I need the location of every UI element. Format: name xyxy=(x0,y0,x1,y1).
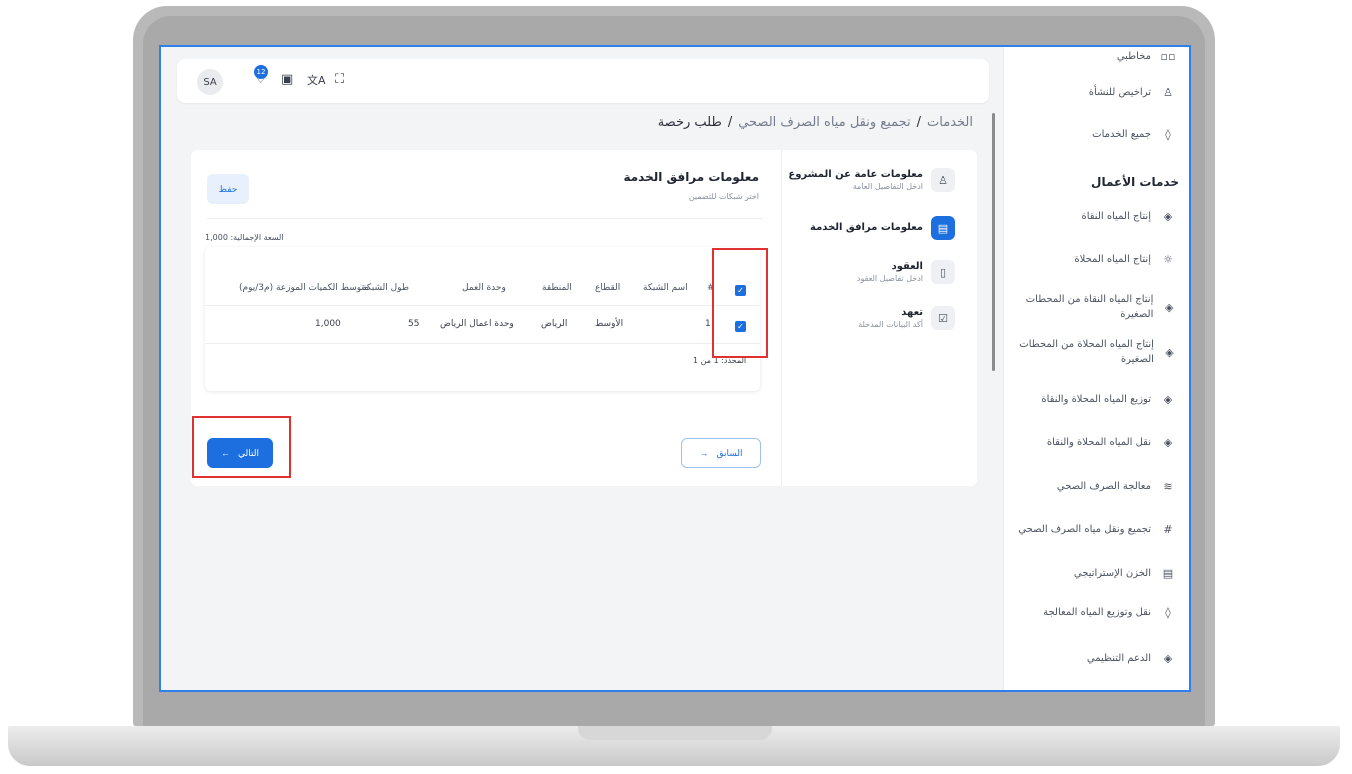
table-header: المنطقة xyxy=(542,283,572,293)
sidebar-item-water-distribution[interactable]: ◈ توزيع المياه المحلاة والنقاة xyxy=(1011,390,1177,408)
previous-label: السابق xyxy=(716,447,743,458)
drop-icon: ◊ xyxy=(1165,127,1171,141)
table-cell-avg-quantity: 1,000 xyxy=(315,319,341,329)
drop-icon: ◈ xyxy=(1163,435,1173,449)
sidebar-item-desalinated-small-stations[interactable]: ◈ إنتاج المياه المحلاة من المحطات الصغير… xyxy=(1011,337,1177,367)
sidebar-item-strategic-storage[interactable]: ▤ الخزن الإستراتيجي xyxy=(1011,564,1177,582)
user-icon: ♙ xyxy=(931,168,955,192)
sidebar-item-purified-small-stations[interactable]: ◈ إنتاج المياه النقاة من المحطات الصغيرة xyxy=(1011,292,1177,322)
app-screen: ▫▫ مخاطبي ♙ تراخيص للنشأة ◊ جميع الخدمات… xyxy=(159,45,1191,692)
table-cell-length: 55 xyxy=(408,319,420,329)
table-cell-region: الرياض xyxy=(541,319,568,329)
highlight-next-button xyxy=(192,416,291,478)
sidebar-item-contacts[interactable]: ▫▫ مخاطبي xyxy=(1011,47,1177,65)
sidebar-item-desalinated-water[interactable]: ☼ إنتاج المياه المحلاة xyxy=(1011,250,1177,268)
storage-icon: ▤ xyxy=(1162,566,1174,580)
sidebar-item-treated-water[interactable]: ◊ نقل وتوزيع المياه المعالجة xyxy=(1011,603,1177,621)
arrow-right-icon: → xyxy=(699,448,709,458)
table-cell-work-unit: وحدة اعمال الرياض xyxy=(440,319,514,329)
sidebar-item-regulatory-support[interactable]: ◈ الدعم التنظيمي xyxy=(1011,649,1177,667)
drop-icon: ◈ xyxy=(1163,209,1173,223)
laptop-notch xyxy=(578,726,772,740)
grid-hash-icon: # xyxy=(1163,522,1173,536)
breadcrumb-item-services[interactable]: الخدمات xyxy=(927,115,973,130)
step-service-facilities[interactable]: ▤ معلومات مرافق الخدمة xyxy=(810,216,955,240)
section-title: معلومات مرافق الخدمة xyxy=(623,170,759,184)
save-button[interactable]: حفظ xyxy=(207,174,249,204)
check-square-icon: ☑ xyxy=(931,306,955,330)
drop-icon: ◈ xyxy=(1163,651,1173,665)
license-form-card: ♙ معلومات عامة عن المشروع ادخل التفاصيل … xyxy=(191,150,977,486)
highlight-checkbox-column xyxy=(712,248,768,358)
breadcrumb-separator: / xyxy=(727,115,733,130)
sidebar-heading: خدمات الأعمال xyxy=(1091,175,1179,189)
drop-icon: ◈ xyxy=(1165,345,1174,359)
table-divider xyxy=(205,343,760,344)
table-divider xyxy=(205,305,760,306)
table-header: اسم الشبكة xyxy=(643,283,688,293)
networks-table: ✓ # اسم الشبكة القطاع المنطقة وحدة العمل… xyxy=(205,247,760,391)
breadcrumb: الخدمات / تجميع ونقل مياه الصرف الصحي / طلب … xyxy=(658,115,973,130)
table-cell-index: 1 xyxy=(705,319,711,329)
sidebar-item-sewage-treatment[interactable]: ≋ معالجة الصرف الصحي xyxy=(1011,477,1177,495)
fullscreen-icon[interactable]: ⛶ xyxy=(335,72,344,87)
section-subtitle: اختر شبكات للتضمين xyxy=(688,192,759,201)
document-icon: ▯ xyxy=(931,260,955,284)
drop-icon: ◈ xyxy=(1163,392,1173,406)
top-bar: SA ♢ 12 ▣ 文A ⛶ xyxy=(177,59,989,103)
table-header: وحدة العمل xyxy=(462,283,506,293)
drop-icon: ◈ xyxy=(1164,300,1174,314)
table-header: القطاع xyxy=(595,283,621,293)
table-cell-sector: الأوسط xyxy=(595,319,624,329)
notification-badge: 12 xyxy=(254,65,268,79)
sidebar-item-water-transport[interactable]: ◈ نقل المياه المحلاة والنقاة xyxy=(1011,433,1177,451)
id-card-icon: ▤ xyxy=(931,216,955,240)
previous-button[interactable]: السابق → xyxy=(681,438,761,468)
sun-icon: ☼ xyxy=(1163,252,1173,266)
drop-icon: ◊ xyxy=(1165,605,1171,619)
sidebar-item-facility-licenses[interactable]: ♙ تراخيص للنشأة xyxy=(1011,83,1177,101)
scrollbar[interactable] xyxy=(992,113,995,371)
table-header: طول الشبكة xyxy=(362,283,409,293)
user-icon: ♙ xyxy=(1163,85,1173,99)
sidebar-item-all-services[interactable]: ◊ جميع الخدمات xyxy=(1011,125,1177,143)
step-contracts[interactable]: ▯ العقود ادخل تفاصيل العقود xyxy=(857,260,955,284)
breadcrumb-item-sewage[interactable]: تجميع ونقل مياه الصرف الصحي xyxy=(738,115,910,130)
sidebar: ▫▫ مخاطبي ♙ تراخيص للنشأة ◊ جميع الخدمات… xyxy=(992,47,1189,690)
breadcrumb-current: طلب رخصة xyxy=(657,115,722,130)
clipboard-check-icon[interactable]: ▣ xyxy=(281,72,293,87)
stepper: ♙ معلومات عامة عن المشروع ادخل التفاصيل … xyxy=(781,150,977,486)
avatar[interactable]: SA xyxy=(197,69,223,95)
total-capacity: السعة الإجمالية: 1,000 xyxy=(205,233,284,242)
step-pledge[interactable]: ☑ تعهد أكد البيانات المدخلة xyxy=(858,306,955,330)
table-header: متوسط الكميات الموزعة (م3/يوم) xyxy=(239,283,369,293)
sidebar-item-sewage-collection[interactable]: # تجميع ونقل مياه الصرف الصحي xyxy=(1011,520,1177,538)
step-general-info[interactable]: ♙ معلومات عامة عن المشروع ادخل التفاصيل … xyxy=(788,168,955,192)
sidebar-item-purified-water[interactable]: ◈ إنتاج المياه النقاة xyxy=(1011,207,1177,225)
waves-icon: ≋ xyxy=(1163,479,1173,493)
breadcrumb-separator: / xyxy=(916,115,922,130)
translate-icon[interactable]: 文A xyxy=(307,72,326,88)
divider xyxy=(207,218,763,219)
grid-icon: ▫▫ xyxy=(1160,49,1176,63)
